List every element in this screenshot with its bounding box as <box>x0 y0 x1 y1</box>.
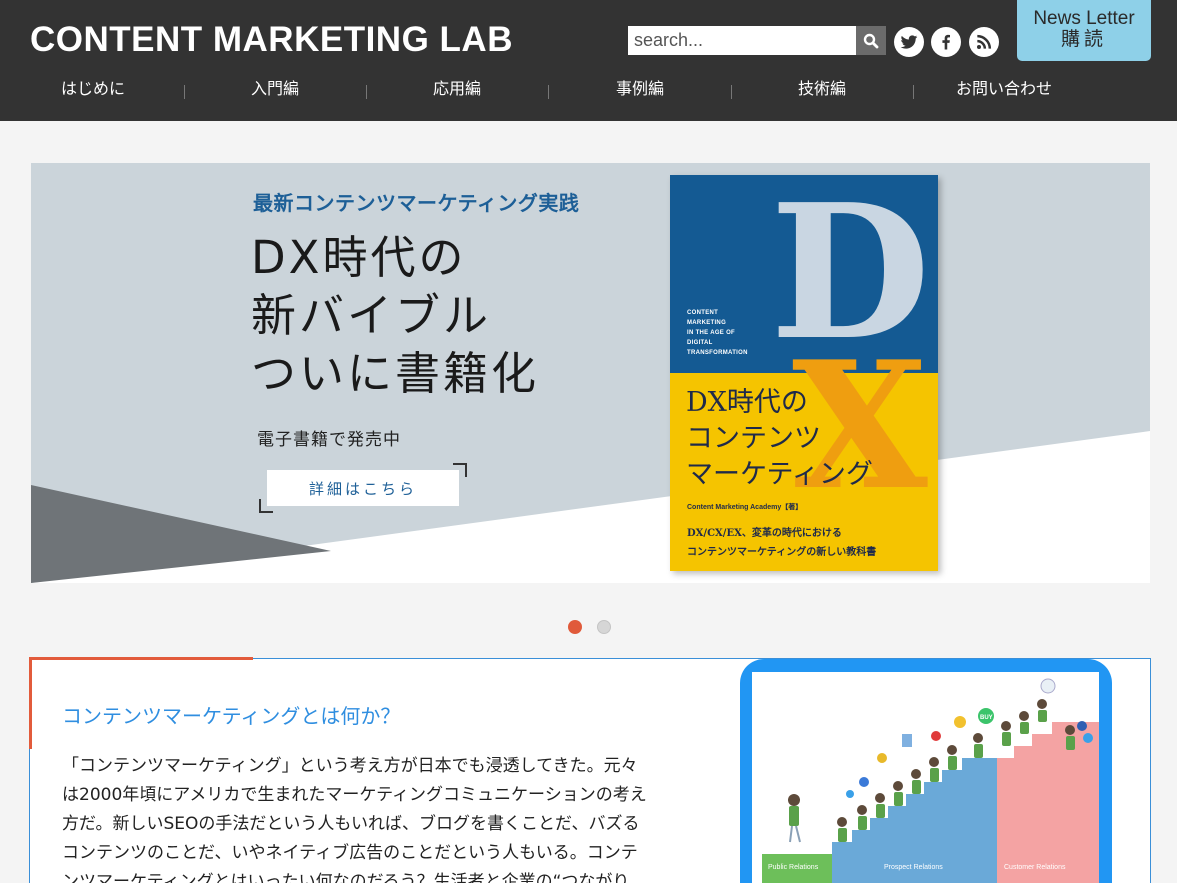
book-english-line: CONTENT <box>687 310 719 316</box>
carousel-dot-active[interactable] <box>568 620 582 634</box>
search-input[interactable] <box>628 26 856 55</box>
main-nav: はじめに 入門編 応用編 事例編 技術編 お問い合わせ <box>0 76 1177 104</box>
banner-headline-line: 新バイブル <box>251 289 492 342</box>
rss-button[interactable] <box>969 27 999 57</box>
carousel-dot[interactable] <box>597 620 611 634</box>
book-english-line: DIGITAL <box>687 340 713 346</box>
twitter-button[interactable] <box>894 27 924 57</box>
stair-illustration-image: BUY <box>762 678 1099 883</box>
article-title[interactable]: コンテンツマーケティングとは何か？ <box>62 700 400 729</box>
stair-label-customer: Customer Relations <box>1004 864 1066 871</box>
nav-item-contact[interactable]: お問い合わせ <box>913 76 1095 102</box>
banner-button-frame: 詳細はこちら <box>259 463 467 513</box>
nav-item-advanced[interactable]: 応用編 <box>366 76 548 102</box>
book-description-line: コンテンツマーケティングの新しい教科書 <box>687 547 877 558</box>
nav-item-cases[interactable]: 事例編 <box>549 76 731 102</box>
banner-headline-line: ついに書籍化 <box>251 347 540 400</box>
article-body: 「コンテンツマーケティング」という考え方が日本でも浸透してきた。元々 は2000… <box>62 752 702 883</box>
buy-bubble-label: BUY <box>980 715 993 721</box>
article-text-line: 「コンテンツマーケティング」という考え方が日本でも浸透してきた。元々 <box>62 756 638 776</box>
book-english-line: TRANSFORMATION <box>687 350 748 356</box>
book-english-line: IN THE AGE OF <box>687 330 736 336</box>
article-text-line: コンテンツのことだ、いやネイティブ広告のことだという人もいる。コンテ <box>62 843 638 863</box>
book-title-line: DX時代の <box>686 387 808 418</box>
banner-kicker: 最新コンテンツマーケティング実践 <box>253 191 580 215</box>
banner-background-shapes <box>31 431 1150 583</box>
search-button[interactable] <box>856 26 886 55</box>
article-text-line: ンツマーケティングとはいったい何なのだろう？生活者と企業の“つながり <box>62 872 630 883</box>
facebook-icon <box>942 34 950 50</box>
details-button[interactable]: 詳細はこちら <box>267 470 459 506</box>
banner-headline-line: DX時代の <box>251 231 467 284</box>
rss-icon <box>977 34 992 49</box>
banner-headline: DX時代の 新バイブル ついに書籍化 <box>251 229 539 403</box>
hero-banner[interactable]: 最新コンテンツマーケティング実践 DX時代の 新バイブル ついに書籍化 電子書籍… <box>31 163 1150 583</box>
search-form <box>628 26 886 55</box>
search-icon <box>863 33 879 48</box>
book-title: DX時代の コンテンツ マーケティング <box>686 385 873 493</box>
book-description: DX/CX/EX、変革の時代における コンテンツマーケティングの新しい教科書 <box>687 524 876 562</box>
stair-label-prospect: Prospect Relations <box>884 864 943 871</box>
newsletter-button[interactable]: News Letter 購読 <box>1017 0 1151 61</box>
site-header: CONTENT MARKETING LAB News Letter 購読 はじ <box>0 0 1177 121</box>
twitter-icon <box>900 35 918 49</box>
accent-bar <box>29 657 253 660</box>
book-english-line: MARKETING <box>687 320 727 326</box>
book-author: Content Marketing Academy【著】 <box>687 504 803 511</box>
newsletter-subscribe-label: 購読 <box>1060 29 1107 50</box>
accent-bar <box>29 657 32 749</box>
book-description-line: DX/CX/EX、変革の時代における <box>687 528 842 539</box>
stair-label-public: Public Relations <box>768 864 819 871</box>
banner-subtitle: 電子書籍で発売中 <box>257 430 401 450</box>
article-text-line: 方だ。新しいSEOの手法だという人もいれば、ブログを書くことだ、バズる <box>62 814 640 834</box>
nav-item-technical[interactable]: 技術編 <box>731 76 913 102</box>
book-english-title: CONTENT MARKETING IN THE AGE OF DIGITAL … <box>687 308 748 358</box>
book-title-line: コンテンツ <box>686 423 821 454</box>
newsletter-label: News Letter <box>1033 8 1135 29</box>
site-logo[interactable]: CONTENT MARKETING LAB <box>30 20 513 60</box>
book-title-line: マーケティング <box>686 459 873 490</box>
nav-item-beginner[interactable]: 入門編 <box>184 76 366 102</box>
facebook-button[interactable] <box>931 27 961 57</box>
book-cover[interactable]: D X CONTENT MARKETING IN THE AGE OF DIGI… <box>670 175 938 571</box>
article-text-line: は2000年頃にアメリカで生まれたマーケティングコミュニケーションの考え <box>62 785 647 805</box>
stair-illustration: BUY Public Relations Prospect Relations … <box>752 672 1099 883</box>
nav-item-intro[interactable]: はじめに <box>2 76 184 102</box>
